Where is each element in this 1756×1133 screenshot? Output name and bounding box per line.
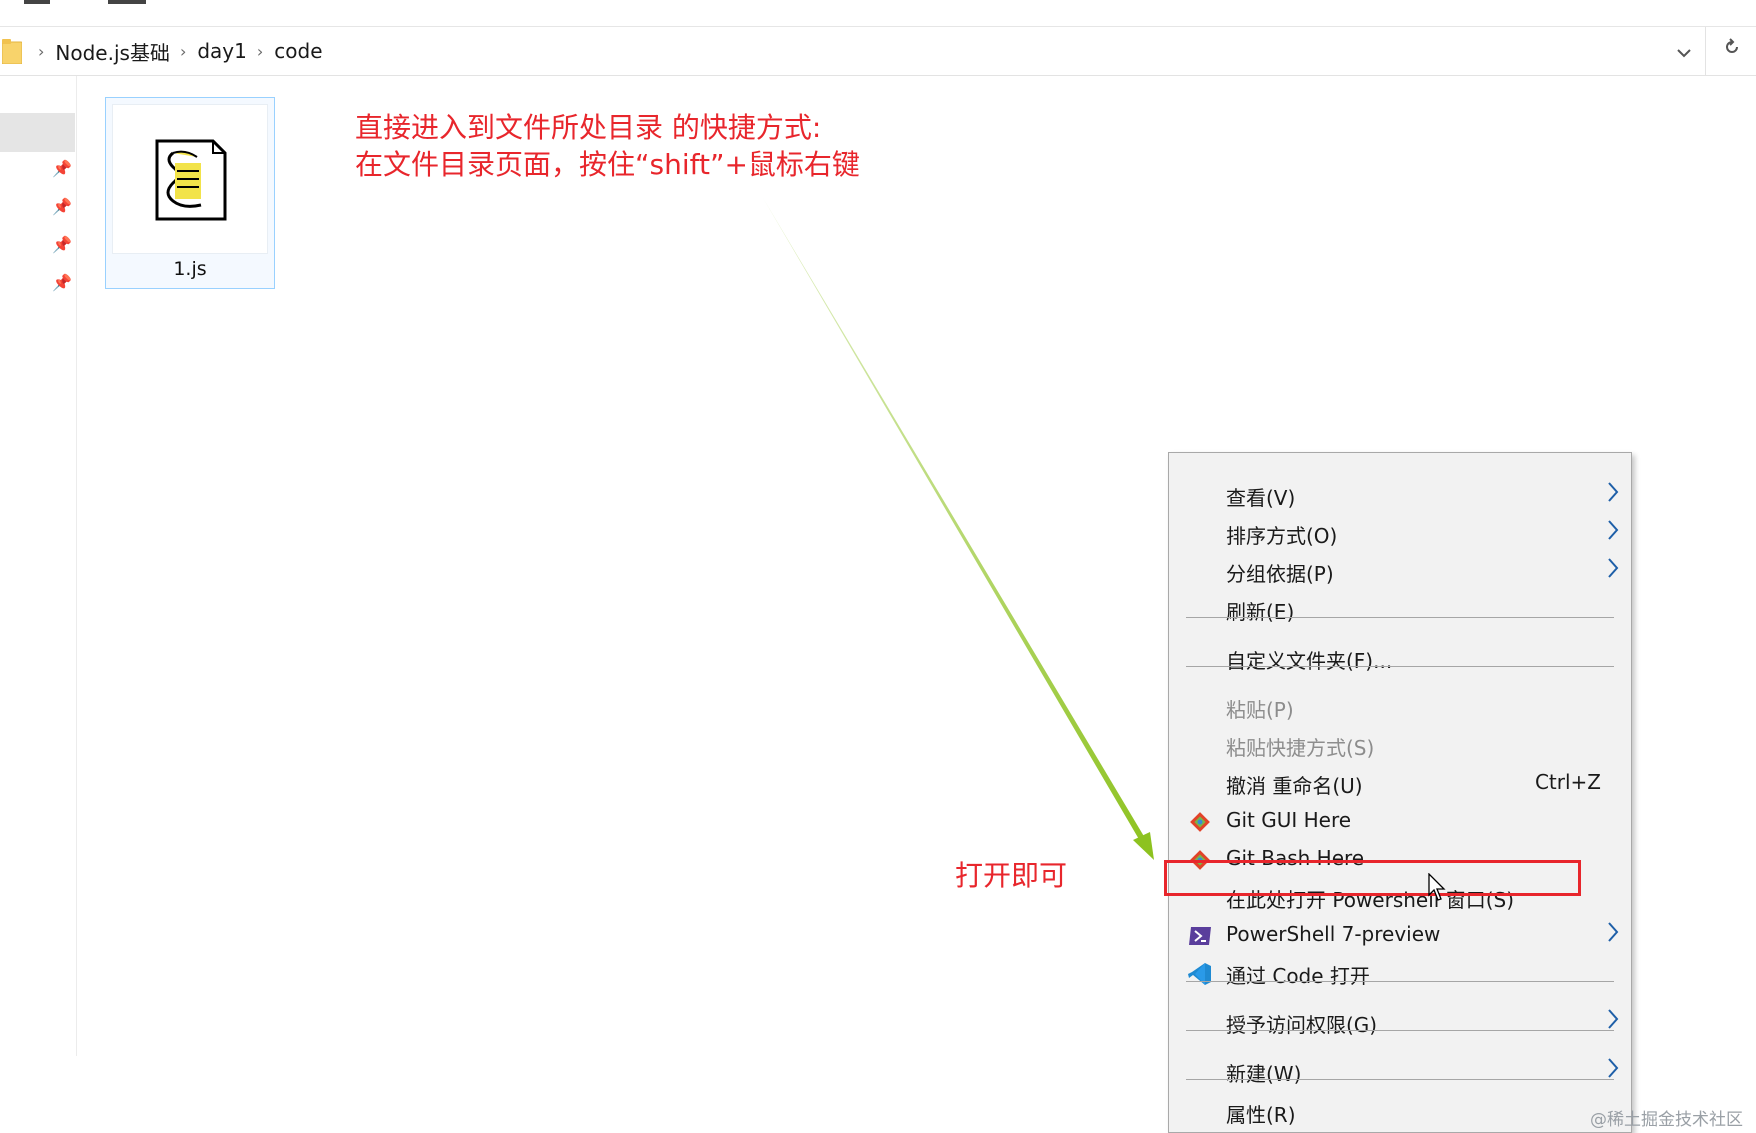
menu-item-label: 撤消 重命名(U) [1226, 774, 1363, 798]
mouse-cursor-icon [1428, 873, 1446, 901]
git-icon [1190, 812, 1210, 832]
menu-item-git-gui[interactable]: Git GUI Here [1169, 803, 1631, 839]
menu-item-powershell-7-preview[interactable]: PowerShell 7-preview [1169, 917, 1631, 953]
chevron-right-icon[interactable]: › [257, 42, 263, 61]
menu-item-undo-rename[interactable]: 撤消 重命名(U) Ctrl+Z [1169, 765, 1631, 801]
menu-item-customize-folder[interactable]: 自定义文件夹(F)... [1169, 640, 1631, 676]
script-file-icon [155, 139, 227, 221]
breadcrumb-item[interactable]: day1 [197, 39, 247, 63]
vscode-icon [1188, 963, 1211, 985]
menu-item-shortcut: Ctrl+Z [1534, 770, 1601, 794]
menu-item-label: 粘贴(P) [1226, 698, 1294, 722]
refresh-button[interactable] [1718, 37, 1746, 65]
file-thumbnail [112, 104, 268, 254]
pin-icon[interactable]: 📌 [52, 160, 72, 178]
menu-item-group-by[interactable]: 分组依据(P) [1169, 553, 1631, 589]
chevron-right-icon [1608, 1058, 1619, 1078]
folder-icon [2, 39, 22, 64]
menu-item-label: 排序方式(O) [1226, 524, 1338, 548]
pin-icon[interactable]: 📌 [52, 274, 72, 292]
menu-item-label: 刷新(E) [1226, 600, 1295, 624]
menu-item-new[interactable]: 新建(W) [1169, 1053, 1631, 1089]
file-item[interactable]: 1.js [105, 97, 275, 289]
chevron-down-icon [1677, 49, 1691, 58]
navigation-pane: 📌 📌 📌 📌 [0, 76, 77, 1056]
menu-item-label: 授予访问权限(G) [1226, 1013, 1378, 1037]
menu-item-open-with-code[interactable]: 通过 Code 打开 [1169, 955, 1631, 991]
watermark: @稀土掘金技术社区 [1590, 1110, 1743, 1130]
pin-icon[interactable]: 📌 [52, 198, 72, 216]
breadcrumb-item[interactable]: Node.js基础 [55, 37, 170, 66]
breadcrumb-item[interactable]: code [274, 39, 322, 63]
menu-item-label: 自定义文件夹(F)... [1226, 649, 1393, 673]
menu-separator [1186, 666, 1614, 667]
menu-item-label: 粘贴快捷方式(S) [1226, 736, 1375, 760]
menu-item-label: PowerShell 7-preview [1226, 922, 1441, 946]
menu-item-label: Git GUI Here [1226, 808, 1352, 832]
menu-separator [1186, 617, 1614, 618]
breadcrumb: › Node.js基础 › day1 › code [34, 27, 329, 75]
chevron-right-icon [1608, 558, 1619, 578]
refresh-icon [1726, 38, 1738, 53]
menu-item-view[interactable]: 查看(V) [1169, 477, 1631, 513]
annotation-open-hint: 打开即可 [955, 859, 1068, 892]
menu-item-label: 属性(R) [1226, 1103, 1296, 1127]
menu-item-paste-shortcut[interactable]: 粘贴快捷方式(S) [1169, 727, 1631, 763]
menu-item-properties[interactable]: 属性(R) [1169, 1094, 1631, 1130]
address-history-dropdown[interactable] [1670, 37, 1698, 65]
annotation-highlight-box [1164, 860, 1581, 896]
powershell-icon [1189, 927, 1211, 945]
menu-item-label: 查看(V) [1226, 486, 1296, 510]
ribbon-fragment [24, 0, 50, 4]
menu-item-paste[interactable]: 粘贴(P) [1169, 689, 1631, 725]
menu-item-label: 新建(W) [1226, 1062, 1302, 1086]
address-bar[interactable]: › Node.js基础 › day1 › code [0, 27, 1756, 76]
context-menu: 查看(V) 排序方式(O) 分组依据(P) 刷新(E) 自定义文件夹(F)...… [1168, 452, 1632, 1133]
annotation-instruction: 直接进入到文件所处目录 的快捷方式: [355, 111, 822, 144]
chevron-right-icon[interactable]: › [180, 42, 186, 61]
menu-separator [1186, 1079, 1614, 1080]
menu-separator [1186, 1030, 1614, 1031]
chevron-right-icon [1608, 1009, 1619, 1029]
divider [1705, 27, 1706, 75]
menu-item-label: 通过 Code 打开 [1226, 964, 1370, 988]
chevron-right-icon [1608, 482, 1619, 502]
pin-icon[interactable]: 📌 [52, 236, 72, 254]
chevron-right-icon [1608, 520, 1619, 540]
window-top-strip [0, 0, 1756, 27]
menu-separator [1186, 981, 1614, 982]
menu-item-label: 分组依据(P) [1226, 562, 1334, 586]
menu-item-give-access[interactable]: 授予访问权限(G) [1169, 1004, 1631, 1040]
menu-item-sort-by[interactable]: 排序方式(O) [1169, 515, 1631, 551]
ribbon-fragment [108, 0, 146, 4]
nav-item-selected[interactable] [0, 113, 75, 152]
file-name-label: 1.js [173, 258, 207, 280]
menu-item-refresh[interactable]: 刷新(E) [1169, 591, 1631, 627]
annotation-instruction: 在文件目录页面，按住“shift”+鼠标右键 [355, 148, 860, 181]
chevron-right-icon[interactable]: › [38, 42, 44, 61]
chevron-right-icon [1608, 922, 1619, 942]
